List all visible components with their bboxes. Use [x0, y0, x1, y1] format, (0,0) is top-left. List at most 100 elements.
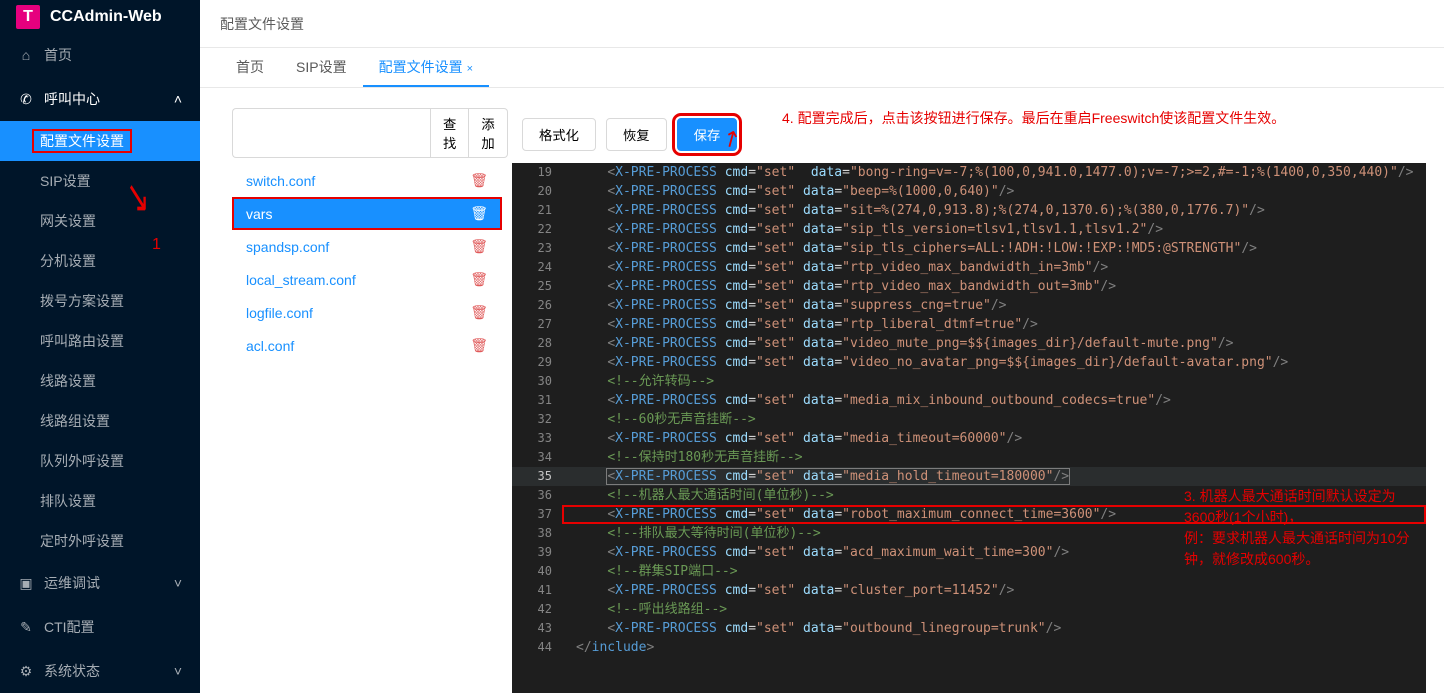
file-item-spandsp.conf[interactable]: spandsp.conf🗑	[232, 230, 502, 263]
line-gutter: 44	[512, 638, 562, 657]
delete-icon[interactable]: 🗑	[470, 304, 488, 321]
tab-1[interactable]: SIP设置	[280, 49, 363, 87]
line-gutter: 28	[512, 334, 562, 353]
code-line[interactable]: <X-PRE-PROCESS cmd="set" data="beep=%(10…	[562, 182, 1426, 201]
sidebar-item-4[interactable]: 拨号方案设置	[0, 281, 200, 321]
chevron-up-icon: ˄	[174, 91, 182, 107]
code-line[interactable]: </include>	[562, 638, 1426, 657]
file-panel: 查找 添加 switch.conf🗑vars🗑spandsp.conf🗑loca…	[232, 108, 502, 693]
file-item-logfile.conf[interactable]: logfile.conf🗑	[232, 296, 502, 329]
page-title: 配置文件设置	[220, 14, 304, 34]
line-gutter: 37	[512, 505, 562, 524]
brand-name: CCAdmin-Web	[50, 8, 162, 26]
code-line[interactable]: <X-PRE-PROCESS cmd="set" data="video_mut…	[562, 334, 1426, 353]
code-line[interactable]: <X-PRE-PROCESS cmd="set" data="media_tim…	[562, 429, 1426, 448]
file-item-local_stream.conf[interactable]: local_stream.conf🗑	[232, 263, 502, 296]
delete-icon[interactable]: 🗑	[470, 205, 488, 222]
sidebar-item-0[interactable]: 配置文件设置	[0, 121, 200, 161]
line-gutter: 31	[512, 391, 562, 410]
line-gutter: 24	[512, 258, 562, 277]
sidebar-item-7[interactable]: 线路组设置	[0, 401, 200, 441]
line-gutter: 25	[512, 277, 562, 296]
delete-icon[interactable]: 🗑	[470, 172, 488, 189]
nav-status[interactable]: ⚙ 系统状态 ˅	[0, 649, 200, 693]
gear-icon: ⚙	[18, 663, 34, 680]
code-editor[interactable]: 19 <X-PRE-PROCESS cmd="set" data="bong-r…	[512, 163, 1426, 693]
line-gutter: 39	[512, 543, 562, 562]
find-button[interactable]: 查找	[430, 108, 469, 158]
edit-icon: ✎	[18, 619, 34, 636]
code-line[interactable]: <!--呼出线路组-->	[562, 600, 1426, 619]
code-line[interactable]: <X-PRE-PROCESS cmd="set" data="media_mix…	[562, 391, 1426, 410]
annotation-4: 4. 配置完成后，点击该按钮进行保存。最后在重启Freeswitch使该配置文件…	[782, 108, 1285, 128]
code-line[interactable]: <!--60秒无声音挂断-->	[562, 410, 1426, 429]
code-line[interactable]: <X-PRE-PROCESS cmd="set" data="bong-ring…	[562, 163, 1426, 182]
code-line[interactable]: <X-PRE-PROCESS cmd="set" data="media_hol…	[562, 467, 1426, 486]
chevron-down-icon: ˅	[174, 575, 182, 591]
nav-ops[interactable]: ▣ 运维调试 ˅	[0, 561, 200, 605]
phone-icon: ✆	[18, 91, 34, 108]
tab-2[interactable]: 配置文件设置×	[363, 49, 489, 87]
code-line[interactable]: <!--允许转码-->	[562, 372, 1426, 391]
line-gutter: 21	[512, 201, 562, 220]
chevron-down-icon: ˅	[174, 663, 182, 679]
line-gutter: 34	[512, 448, 562, 467]
code-line[interactable]: <X-PRE-PROCESS cmd="set" data="sip_tls_v…	[562, 220, 1426, 239]
sidebar-item-1[interactable]: SIP设置	[0, 161, 200, 201]
line-gutter: 36	[512, 486, 562, 505]
line-gutter: 38	[512, 524, 562, 543]
code-line[interactable]: <X-PRE-PROCESS cmd="set" data="rtp_video…	[562, 277, 1426, 296]
sidebar-item-6[interactable]: 线路设置	[0, 361, 200, 401]
delete-icon[interactable]: 🗑	[470, 271, 488, 288]
tab-0[interactable]: 首页	[220, 49, 280, 87]
file-item-switch.conf[interactable]: switch.conf🗑	[232, 164, 502, 197]
code-line[interactable]: <X-PRE-PROCESS cmd="set" data="cluster_p…	[562, 581, 1426, 600]
format-button[interactable]: 格式化	[522, 118, 596, 151]
sidebar-item-8[interactable]: 队列外呼设置	[0, 441, 200, 481]
monitor-icon: ▣	[18, 575, 34, 592]
file-item-acl.conf[interactable]: acl.conf🗑	[232, 329, 502, 362]
code-line[interactable]: <X-PRE-PROCESS cmd="set" data="video_no_…	[562, 353, 1426, 372]
restore-button[interactable]: 恢复	[606, 118, 667, 151]
tabs: 首页SIP设置配置文件设置×	[200, 48, 1444, 88]
sidebar-item-2[interactable]: 网关设置	[0, 201, 200, 241]
delete-icon[interactable]: 🗑	[470, 337, 488, 354]
line-gutter: 27	[512, 315, 562, 334]
line-gutter: 30	[512, 372, 562, 391]
home-icon: ⌂	[18, 47, 34, 63]
code-line[interactable]: <X-PRE-PROCESS cmd="set" data="suppress_…	[562, 296, 1426, 315]
nav-section-callcenter[interactable]: ✆ 呼叫中心 ˄	[0, 77, 200, 121]
nav-cti[interactable]: ✎ CTI配置	[0, 605, 200, 649]
file-item-vars[interactable]: vars🗑	[232, 197, 502, 230]
nav-home[interactable]: ⌂ 首页	[0, 33, 200, 77]
sidebar-item-5[interactable]: 呼叫路由设置	[0, 321, 200, 361]
main: 配置文件设置 首页SIP设置配置文件设置× 查找 添加 switch.conf🗑…	[200, 0, 1444, 693]
sidebar-item-3[interactable]: 分机设置	[0, 241, 200, 281]
line-gutter: 26	[512, 296, 562, 315]
topbar: 配置文件设置	[200, 0, 1444, 48]
line-gutter: 35	[512, 467, 562, 486]
line-gutter: 33	[512, 429, 562, 448]
line-gutter: 32	[512, 410, 562, 429]
line-gutter: 19	[512, 163, 562, 182]
add-button[interactable]: 添加	[469, 108, 507, 158]
line-gutter: 42	[512, 600, 562, 619]
line-gutter: 29	[512, 353, 562, 372]
code-line[interactable]: <X-PRE-PROCESS cmd="set" data="rtp_liber…	[562, 315, 1426, 334]
sidebar-item-10[interactable]: 定时外呼设置	[0, 521, 200, 561]
code-line[interactable]: <X-PRE-PROCESS cmd="set" data="outbound_…	[562, 619, 1426, 638]
file-search-input[interactable]	[232, 108, 430, 158]
line-gutter: 40	[512, 562, 562, 581]
brand-logo: T	[16, 5, 40, 29]
editor-panel: 4. 配置完成后，点击该按钮进行保存。最后在重启Freeswitch使该配置文件…	[512, 108, 1444, 693]
code-line[interactable]: <!--保持时180秒无声音挂断-->	[562, 448, 1426, 467]
delete-icon[interactable]: 🗑	[470, 238, 488, 255]
code-line[interactable]: <X-PRE-PROCESS cmd="set" data="sit=%(274…	[562, 201, 1426, 220]
code-line[interactable]: <X-PRE-PROCESS cmd="set" data="sip_tls_c…	[562, 239, 1426, 258]
close-icon[interactable]: ×	[467, 63, 473, 75]
code-line[interactable]: <X-PRE-PROCESS cmd="set" data="rtp_video…	[562, 258, 1426, 277]
line-gutter: 41	[512, 581, 562, 600]
sidebar: T CCAdmin-Web ⌂ 首页 ✆ 呼叫中心 ˄ 配置文件设置SIP设置网…	[0, 0, 200, 693]
line-gutter: 43	[512, 619, 562, 638]
sidebar-item-9[interactable]: 排队设置	[0, 481, 200, 521]
